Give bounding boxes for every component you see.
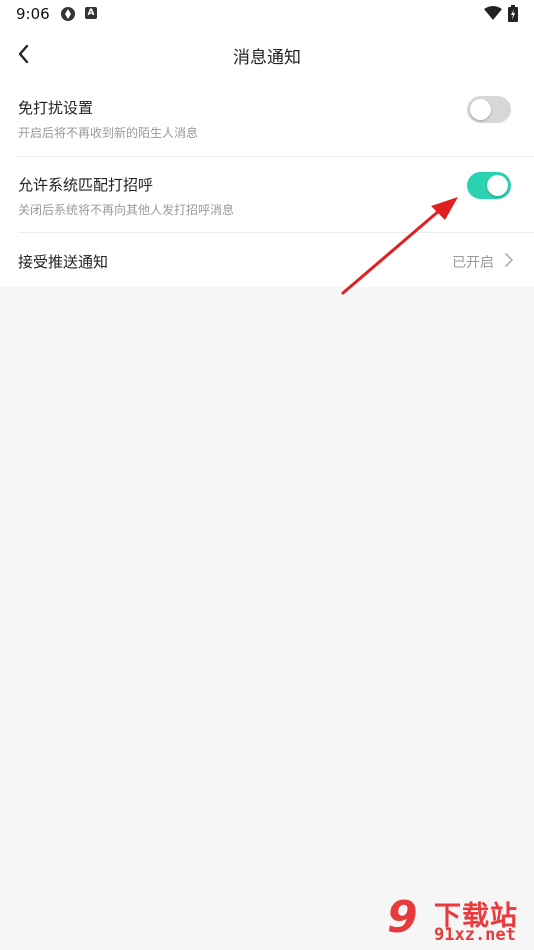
watermark-site: 91xz.net bbox=[434, 925, 516, 945]
a-box-icon: A bbox=[85, 7, 97, 19]
nav-bar: 消息通知 bbox=[0, 28, 534, 80]
battery-charging-icon bbox=[508, 5, 518, 22]
status-time: 9:06 bbox=[16, 5, 50, 23]
setting-push-notifications[interactable]: 接受推送通知 已开启 bbox=[0, 233, 534, 287]
setting-subtitle: 关闭后系统将不再向其他人发打招呼消息 bbox=[18, 203, 235, 217]
setting-subtitle: 开启后将不再收到新的陌生人消息 bbox=[18, 126, 199, 140]
page-title: 消息通知 bbox=[233, 48, 301, 68]
aperture-icon bbox=[61, 7, 75, 21]
setting-label: 允许系统匹配打招呼 bbox=[18, 176, 154, 194]
status-bar: 9:06 A bbox=[0, 0, 534, 28]
setting-label: 免打扰设置 bbox=[18, 99, 94, 117]
toggle-knob bbox=[487, 175, 508, 196]
setting-do-not-disturb: 免打扰设置 开启后将不再收到新的陌生人消息 bbox=[0, 80, 534, 156]
watermark-logo-glyph: 9 bbox=[387, 892, 418, 943]
setting-label: 接受推送通知 bbox=[18, 253, 109, 271]
chevron-right-icon bbox=[505, 253, 513, 267]
system-greeting-toggle[interactable] bbox=[467, 172, 511, 199]
do-not-disturb-toggle[interactable] bbox=[467, 96, 511, 123]
watermark-logo: 9 下载站 91xz.net bbox=[387, 890, 534, 950]
push-status-value: 已开启 bbox=[452, 255, 494, 271]
setting-system-greeting: 允许系统匹配打招呼 关闭后系统将不再向其他人发打招呼消息 bbox=[0, 157, 534, 232]
toggle-knob bbox=[470, 99, 491, 120]
wifi-icon bbox=[484, 6, 502, 20]
